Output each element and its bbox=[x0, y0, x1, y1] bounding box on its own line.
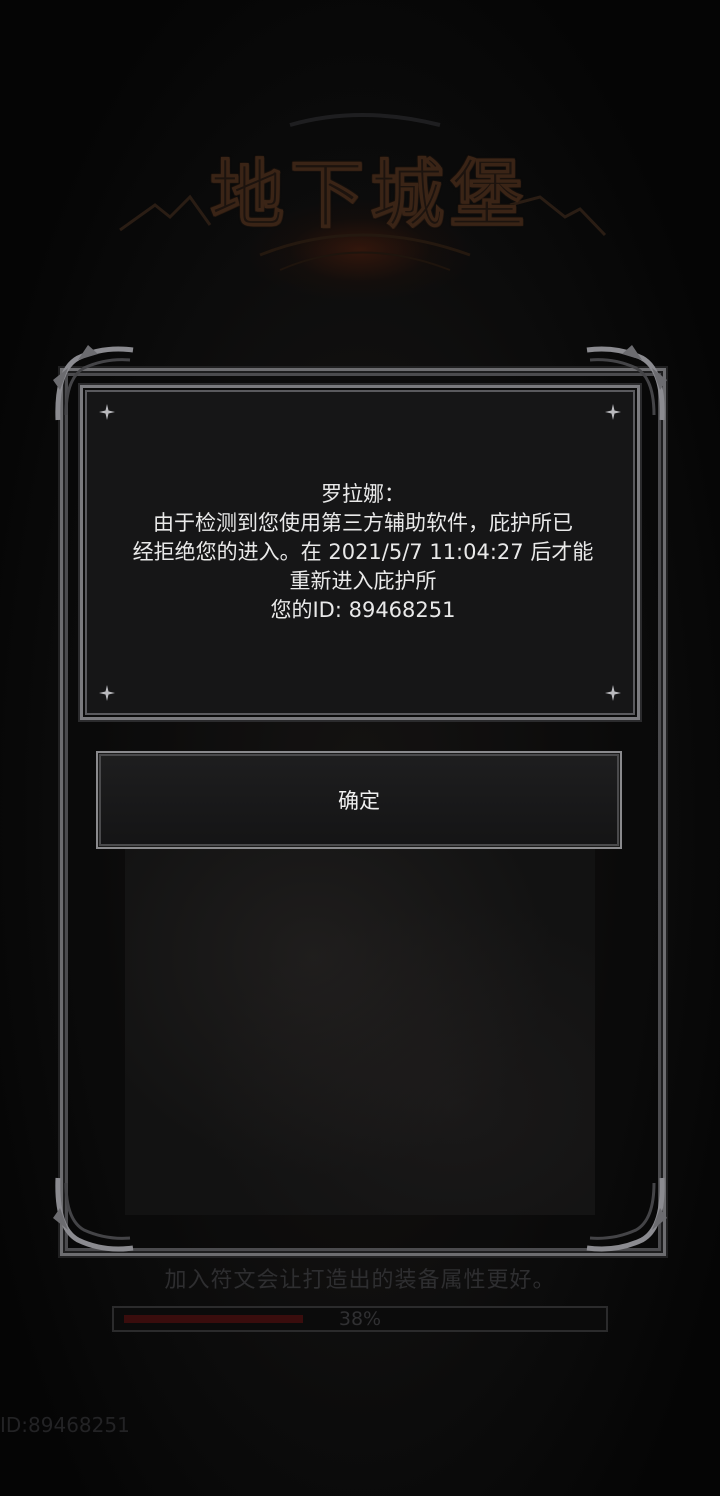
speaker-name: 罗拉娜： bbox=[321, 482, 405, 506]
game-screen: 地下城堡 罗拉娜： 由于检测到您使用第三方辅助软件，庇护所已 经拒绝您的进入。在… bbox=[0, 0, 720, 1496]
message-text: 罗拉娜： 由于检测到您使用第三方辅助软件，庇护所已 经拒绝您的进入。在 2021… bbox=[83, 480, 643, 625]
player-id-footer: ID:89468251 bbox=[0, 1413, 130, 1437]
ornate-corner-icon bbox=[53, 1177, 134, 1252]
game-logo: 地下城堡 bbox=[110, 105, 610, 295]
confirm-button[interactable]: 确定 bbox=[96, 751, 622, 849]
ornate-corner-icon bbox=[586, 1177, 667, 1252]
progress-label: 38% bbox=[338, 1308, 382, 1330]
player-id-line: 您的ID: 89468251 bbox=[270, 598, 456, 622]
message-panel: 罗拉娜： 由于检测到您使用第三方辅助软件，庇护所已 经拒绝您的进入。在 2021… bbox=[80, 385, 640, 720]
message-line: 重新进入庇护所 bbox=[289, 569, 437, 593]
sparkle-icon bbox=[99, 685, 115, 701]
sparkle-icon bbox=[99, 404, 115, 420]
logo-title: 地下城堡 bbox=[210, 152, 530, 239]
loading-tip: 加入符文会让打造出的装备属性更好。 bbox=[164, 1268, 556, 1293]
background-texture-panel bbox=[125, 845, 595, 1215]
sparkle-icon bbox=[605, 404, 621, 420]
message-line: 经拒绝您的进入。在 2021/5/7 11:04:27 后才能 bbox=[132, 540, 594, 564]
message-line: 由于检测到您使用第三方辅助软件，庇护所已 bbox=[153, 511, 573, 535]
sparkle-icon bbox=[605, 685, 621, 701]
